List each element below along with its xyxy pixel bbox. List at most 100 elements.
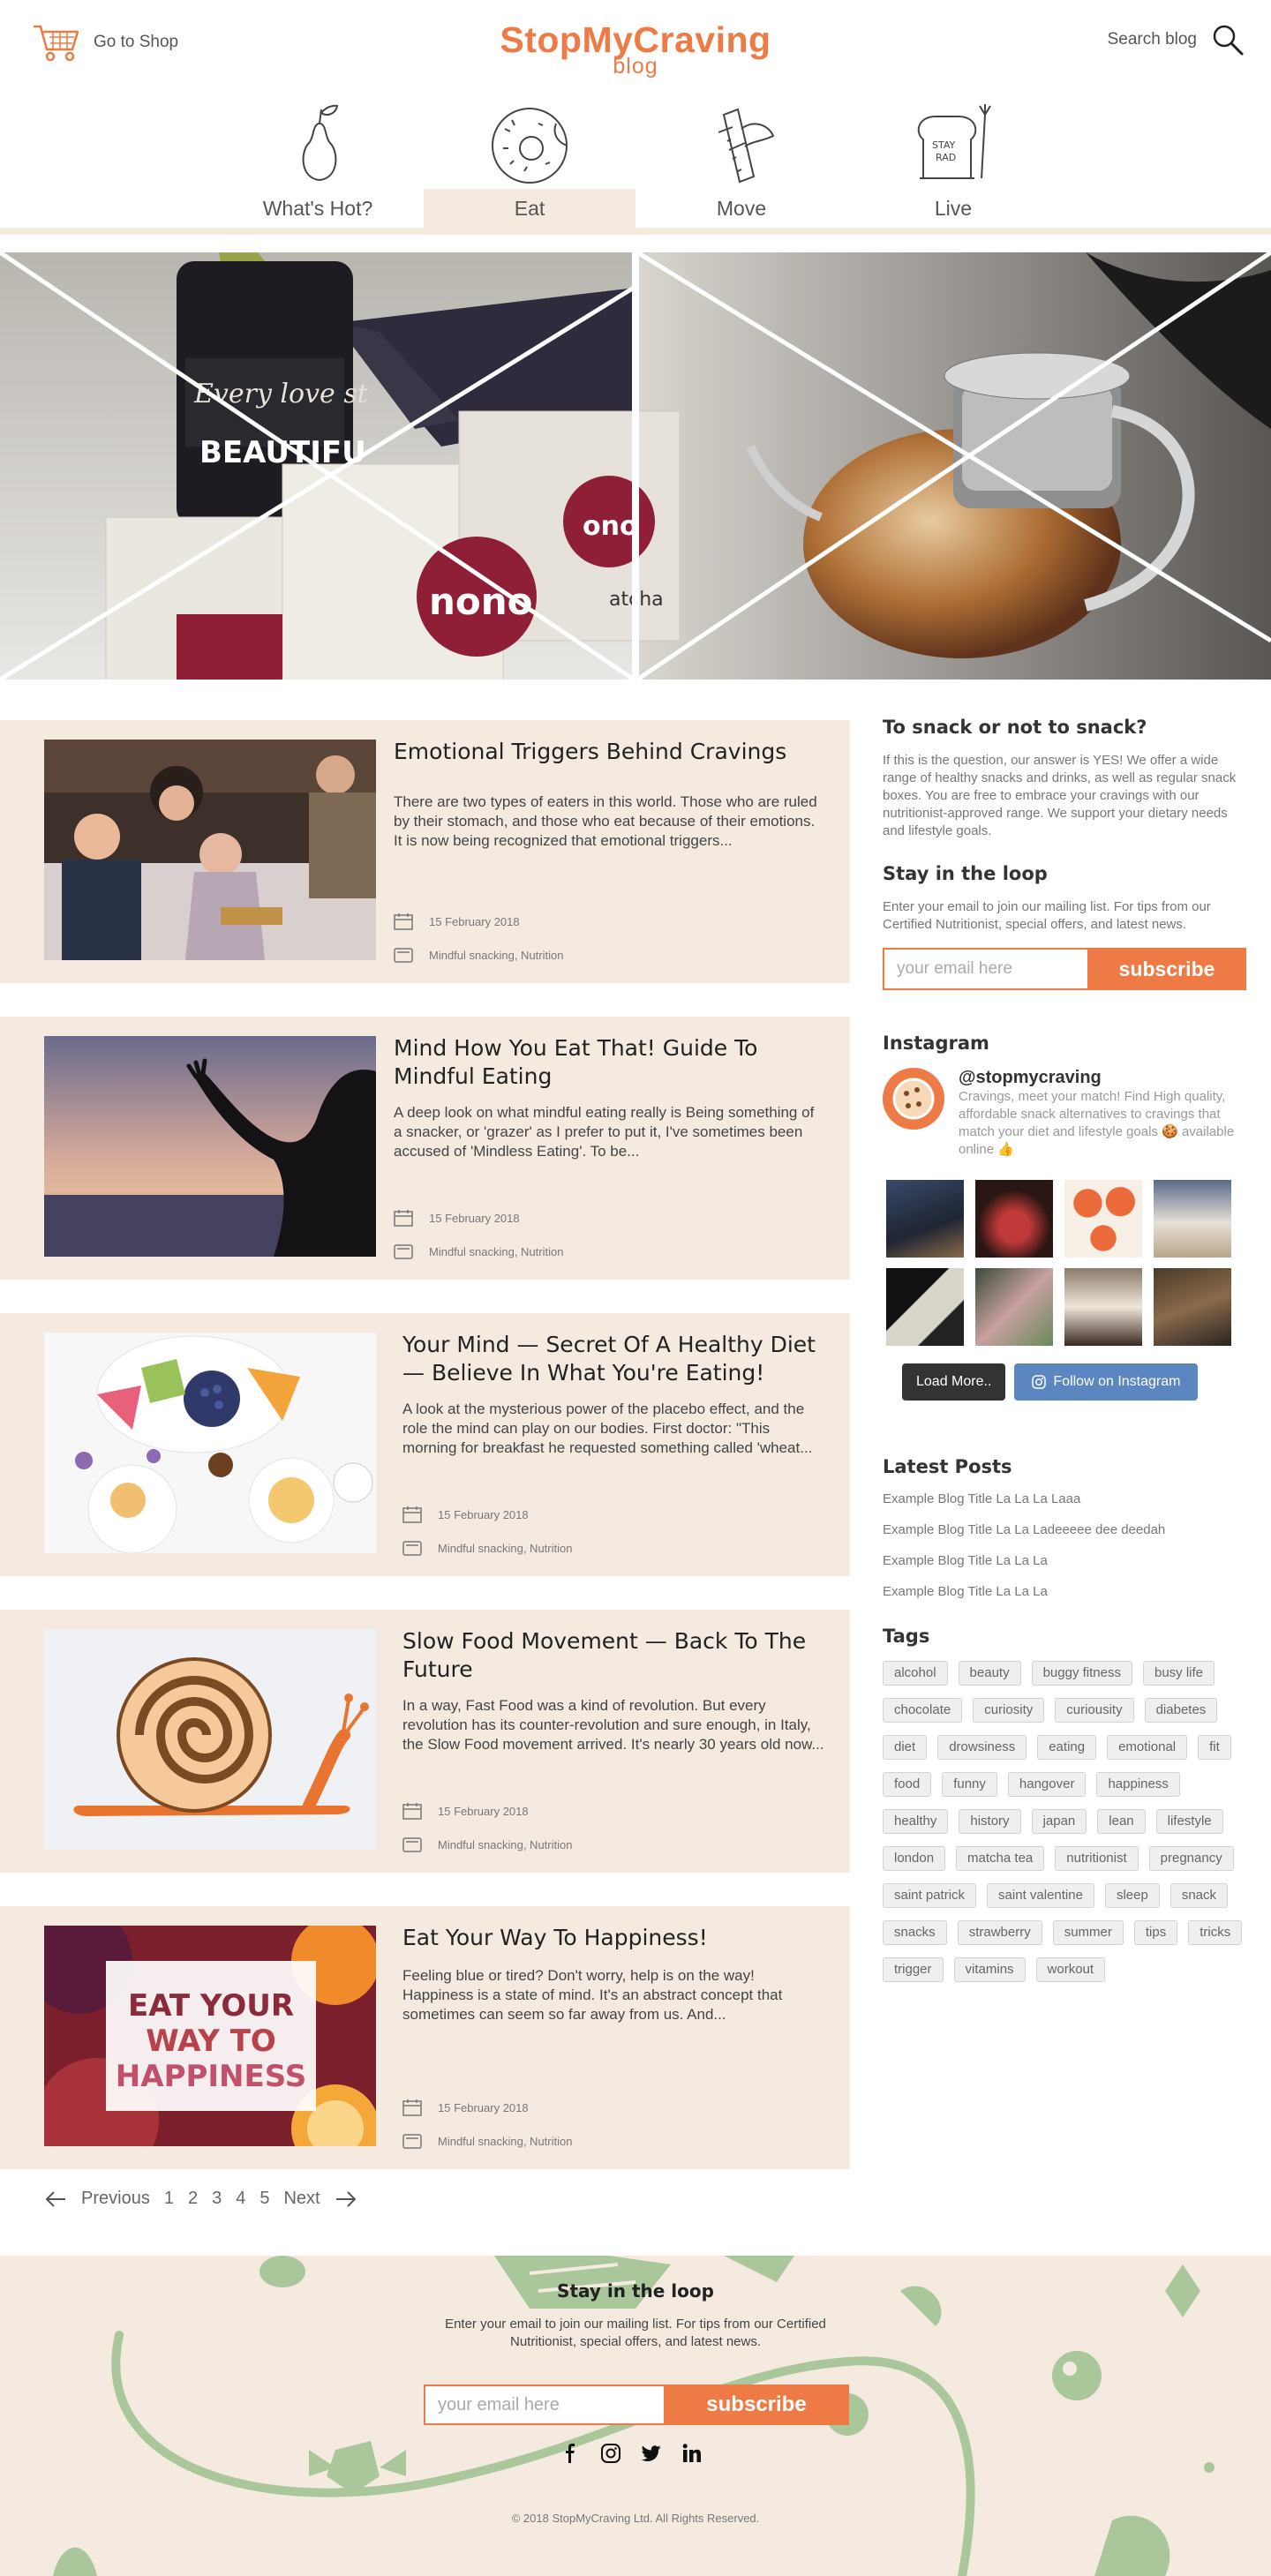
instagram-icon[interactable] xyxy=(600,2443,621,2464)
tag-chip[interactable]: curiousity xyxy=(1055,1698,1134,1723)
post-title[interactable]: Slow Food Movement — Back To The Future xyxy=(402,1627,825,1684)
post-card[interactable]: Emotional Triggers Behind Cravings There… xyxy=(0,720,850,983)
nav-item-eat[interactable]: Eat xyxy=(424,88,636,229)
page-link[interactable]: 4 xyxy=(236,2189,245,2209)
instagram-photo[interactable] xyxy=(1154,1268,1231,1346)
instagram-photo[interactable] xyxy=(886,1268,964,1346)
tag-chip[interactable]: hangover xyxy=(1007,1772,1087,1797)
footer-email-input[interactable]: your email here xyxy=(424,2384,664,2425)
search-icon[interactable] xyxy=(1211,23,1245,56)
page-link[interactable]: 5 xyxy=(259,2189,269,2209)
instagram-photo[interactable] xyxy=(886,1180,964,1258)
tag-chip[interactable]: nutritionist xyxy=(1055,1846,1139,1871)
arrow-right-icon[interactable] xyxy=(335,2190,357,2208)
tag-chip[interactable]: london xyxy=(883,1846,946,1871)
twitter-icon[interactable] xyxy=(641,2443,662,2464)
tag-chip[interactable]: matcha tea xyxy=(956,1846,1045,1871)
tag-chip[interactable]: diet xyxy=(883,1735,928,1760)
follow-instagram-button[interactable]: Follow on Instagram xyxy=(1014,1363,1199,1401)
tag-chip[interactable]: food xyxy=(883,1772,932,1797)
tag-chip[interactable]: alcohol xyxy=(883,1661,948,1686)
avatar[interactable] xyxy=(883,1068,944,1130)
facebook-icon[interactable] xyxy=(560,2443,581,2464)
post-categories-text[interactable]: Mindful snacking, Nutrition xyxy=(438,2135,572,2148)
tag-chip[interactable]: snack xyxy=(1169,1883,1228,1908)
tag-chip[interactable]: workout xyxy=(1035,1957,1106,1982)
tag-chip[interactable]: saint valentine xyxy=(987,1883,1094,1908)
tag-chip[interactable]: buggy fitness xyxy=(1031,1661,1132,1686)
post-card[interactable]: EAT YOUR WAY TO HAPPINESS Eat Your Way T… xyxy=(0,1906,850,2169)
page-link[interactable]: 2 xyxy=(188,2189,198,2209)
instagram-photo[interactable] xyxy=(975,1268,1053,1346)
post-title[interactable]: Your Mind — Secret Of A Healthy Diet — B… xyxy=(402,1331,825,1387)
post-categories: Mindful snacking, Nutrition xyxy=(394,1243,563,1260)
post-categories-text[interactable]: Mindful snacking, Nutrition xyxy=(438,1542,572,1555)
post-categories-text[interactable]: Mindful snacking, Nutrition xyxy=(438,1838,572,1851)
tag-chip[interactable]: busy life xyxy=(1142,1661,1215,1686)
nav-item-live[interactable]: STAY RAD Live xyxy=(847,88,1059,229)
tag-chip[interactable]: sleep xyxy=(1104,1883,1160,1908)
tag-chip[interactable]: healthy xyxy=(883,1809,949,1834)
post-thumbnail[interactable]: EAT YOUR WAY TO HAPPINESS xyxy=(44,1926,376,2146)
search-blog[interactable]: Search blog xyxy=(1108,23,1245,56)
post-title[interactable]: Emotional Triggers Behind Cravings xyxy=(394,738,825,766)
post-categories-text[interactable]: Mindful snacking, Nutrition xyxy=(429,949,563,962)
post-thumbnail[interactable] xyxy=(44,740,376,960)
instagram-photo[interactable] xyxy=(1154,1180,1231,1258)
load-more-button[interactable]: Load More.. xyxy=(902,1363,1006,1401)
latest-post-link[interactable]: Example Blog Title La La La xyxy=(883,1553,1246,1568)
post-thumbnail[interactable] xyxy=(44,1036,376,1257)
site-logo[interactable]: StopMyCraving blog xyxy=(0,19,1271,79)
instagram-handle[interactable]: @stopmycraving xyxy=(959,1068,1246,1088)
post-card[interactable]: Mind How You Eat That! Guide To Mindful … xyxy=(0,1017,850,1280)
tag-chip[interactable]: lifestyle xyxy=(1155,1809,1223,1834)
sidebar-email-input[interactable]: your email here xyxy=(883,948,1087,990)
tag-chip[interactable]: beauty xyxy=(958,1661,1021,1686)
tag-chip[interactable]: drowsiness xyxy=(937,1735,1027,1760)
latest-post-link[interactable]: Example Blog Title La La Ladeeeee dee de… xyxy=(883,1522,1246,1537)
post-card[interactable]: Slow Food Movement — Back To The Future … xyxy=(0,1610,850,1873)
post-categories-text[interactable]: Mindful snacking, Nutrition xyxy=(429,1245,563,1258)
instagram-photo[interactable] xyxy=(975,1180,1053,1258)
tag-chip[interactable]: lean xyxy=(1097,1809,1146,1834)
tag-chip[interactable]: saint patrick xyxy=(883,1883,977,1908)
instagram-photo[interactable] xyxy=(1064,1180,1142,1258)
next-page-link[interactable]: Next xyxy=(283,2189,320,2209)
tag-chip[interactable]: strawberry xyxy=(957,1920,1042,1945)
tag-chip[interactable]: eating xyxy=(1037,1735,1097,1760)
nav-item-whats-hot[interactable]: What's Hot? xyxy=(212,88,424,229)
instagram-photo[interactable] xyxy=(1064,1268,1142,1346)
tag-chip[interactable]: emotional xyxy=(1107,1735,1188,1760)
tag-chip[interactable]: diabetes xyxy=(1144,1698,1218,1723)
tag-chip[interactable]: trigger xyxy=(883,1957,944,1982)
arrow-left-icon[interactable] xyxy=(44,2190,67,2208)
tag-chip[interactable]: fit xyxy=(1198,1735,1231,1760)
tag-chip[interactable]: tricks xyxy=(1188,1920,1243,1945)
tag-chip[interactable]: happiness xyxy=(1096,1772,1180,1797)
tag-chip[interactable]: japan xyxy=(1031,1809,1087,1834)
tag-chip[interactable]: summer xyxy=(1052,1920,1124,1945)
instagram-profile[interactable]: @stopmycraving Cravings, meet your match… xyxy=(883,1068,1246,1159)
post-title[interactable]: Mind How You Eat That! Guide To Mindful … xyxy=(394,1034,825,1091)
tag-chip[interactable]: vitamins xyxy=(953,1957,1026,1982)
latest-post-link[interactable]: Example Blog Title La La La Laaa xyxy=(883,1491,1246,1506)
linkedin-icon[interactable] xyxy=(681,2443,703,2464)
post-card[interactable]: Your Mind — Secret Of A Healthy Diet — B… xyxy=(0,1313,850,1576)
page-link[interactable]: 3 xyxy=(212,2189,222,2209)
tag-chip[interactable]: snacks xyxy=(883,1920,947,1945)
tag-chip[interactable]: funny xyxy=(942,1772,997,1797)
tag-chip[interactable]: curiosity xyxy=(973,1698,1045,1723)
previous-page-link[interactable]: Previous xyxy=(81,2189,150,2209)
nav-item-move[interactable]: Move xyxy=(636,88,847,229)
tag-chip[interactable]: pregnancy xyxy=(1148,1846,1234,1871)
sidebar-subscribe-button[interactable]: subscribe xyxy=(1087,948,1246,990)
tag-chip[interactable]: chocolate xyxy=(883,1698,963,1723)
post-thumbnail[interactable] xyxy=(44,1333,376,1553)
footer-subscribe-button[interactable]: subscribe xyxy=(664,2384,849,2425)
tag-chip[interactable]: history xyxy=(959,1809,1021,1834)
latest-post-link[interactable]: Example Blog Title La La La xyxy=(883,1584,1246,1599)
post-thumbnail[interactable] xyxy=(44,1629,376,1850)
page-link[interactable]: 1 xyxy=(164,2189,174,2209)
tag-chip[interactable]: tips xyxy=(1133,1920,1178,1945)
post-title[interactable]: Eat Your Way To Happiness! xyxy=(402,1924,825,1952)
